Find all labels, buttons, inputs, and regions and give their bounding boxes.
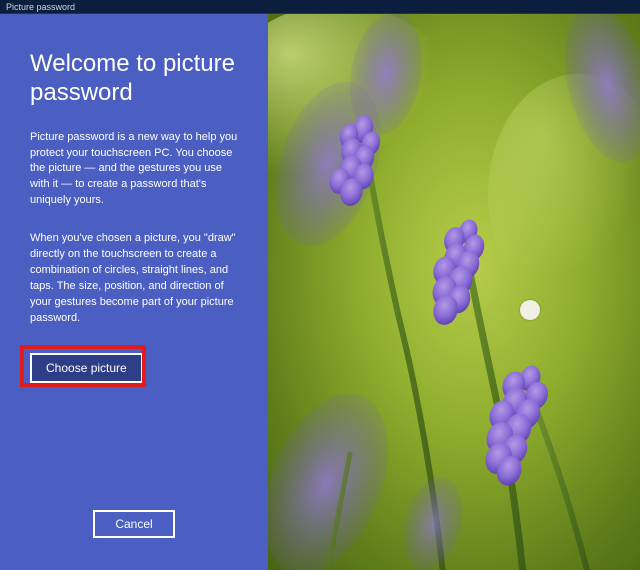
gesture-cursor-dot <box>520 300 540 320</box>
picture-preview-panel[interactable] <box>268 14 640 570</box>
titlebar: Picture password <box>0 0 640 14</box>
spacer <box>30 383 238 510</box>
intro-paragraph-2: When you've chosen a picture, you "draw"… <box>30 231 238 327</box>
intro-paragraph-1: Picture password is a new way to help yo… <box>30 130 238 210</box>
page-title: Welcome to picture password <box>30 50 238 108</box>
window-title: Picture password <box>6 2 75 12</box>
picture-password-window: Picture password Welcome to picture pass… <box>0 0 640 570</box>
cancel-button[interactable]: Cancel <box>93 510 174 538</box>
left-panel: Welcome to picture password Picture pass… <box>0 14 268 570</box>
window-body: Welcome to picture password Picture pass… <box>0 14 640 570</box>
lavender-image <box>268 14 640 570</box>
choose-picture-wrap: Choose picture <box>30 353 238 383</box>
cancel-row: Cancel <box>30 510 238 542</box>
choose-picture-button[interactable]: Choose picture <box>30 353 143 383</box>
